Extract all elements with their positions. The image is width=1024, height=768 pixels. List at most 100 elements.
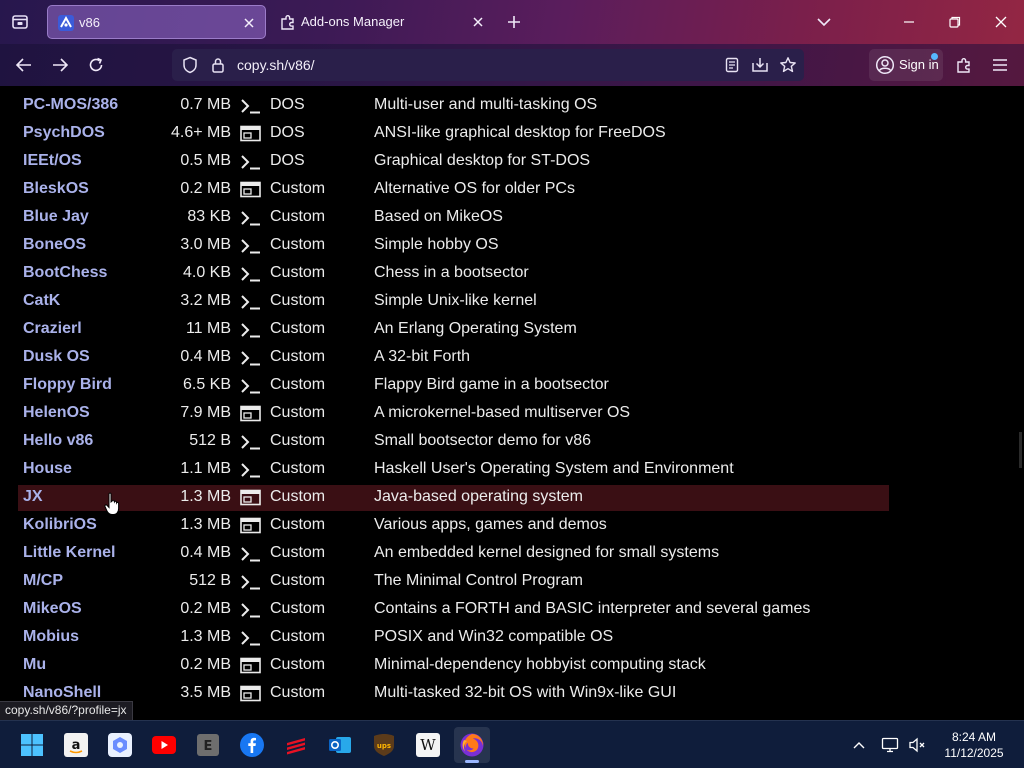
table-row[interactable]: Little Kernel 0.4 MB Custom An embedded ker…	[0, 540, 1024, 568]
firefox-view-button[interactable]	[4, 6, 36, 38]
profile-name-link[interactable]: Mobius	[23, 628, 79, 646]
back-button[interactable]	[8, 49, 40, 81]
table-row[interactable]: Floppy Bird 6.5 KB Custom Flappy Bird game …	[0, 372, 1024, 400]
taskbar-app-ups[interactable]: ups	[366, 727, 402, 763]
taskbar-app-amazon[interactable]: a	[58, 727, 94, 763]
scrollbar-thumb[interactable]	[1019, 432, 1022, 468]
profile-name-link[interactable]: JX	[23, 488, 43, 506]
taskbar-app-copilot[interactable]	[102, 727, 138, 763]
table-row[interactable]	[0, 708, 1024, 720]
profile-os: Custom	[270, 376, 326, 393]
profile-name-link[interactable]: PsychDOS	[23, 124, 105, 142]
table-row[interactable]: BoneOS 3.0 MB Custom Simple hobby OS	[0, 232, 1024, 260]
tracking-protection-shield-icon[interactable]	[180, 55, 200, 75]
profile-name-link[interactable]: KolibriOS	[23, 516, 97, 534]
address-bar[interactable]: copy.sh/v86/	[172, 49, 804, 81]
profile-name-link[interactable]: M/CP	[23, 572, 63, 590]
table-row[interactable]: PC-MOS/386 0.7 MB DOS Multi-user and multi-…	[0, 92, 1024, 120]
profile-name-link[interactable]: PC-MOS/386	[23, 96, 118, 114]
url-text[interactable]: copy.sh/v86/	[237, 57, 315, 73]
profile-name-link[interactable]: House	[23, 460, 72, 478]
lock-icon[interactable]	[208, 55, 228, 75]
table-row[interactable]: Crazierl 11 MB Custom An Erlang Operating S…	[0, 316, 1024, 344]
profile-name-link[interactable]: Dusk OS	[23, 348, 90, 366]
profile-os: Custom	[270, 404, 326, 421]
close-tab-icon[interactable]	[468, 12, 488, 32]
table-row[interactable]: CatK 3.2 MB Custom Simple Unix-like kernel	[0, 288, 1024, 316]
amazon-icon: a	[64, 733, 88, 757]
display-tray-button[interactable]	[878, 727, 902, 763]
taskbar-app-facebook[interactable]	[234, 727, 270, 763]
profile-name-link[interactable]: NanoShell	[23, 684, 101, 702]
profile-name-link[interactable]: MikeOS	[23, 600, 82, 618]
profile-name-link[interactable]: BoneOS	[23, 236, 86, 254]
profile-description: The Minimal Control Program	[374, 572, 583, 589]
taskbar-clock[interactable]: 8:24 AM 11/12/2025	[934, 729, 1014, 761]
restore-button[interactable]	[932, 0, 978, 44]
table-row[interactable]: NanoShell 3.5 MB Custom Multi-tasked 32-bit…	[0, 680, 1024, 708]
profile-name-link[interactable]: Floppy Bird	[23, 376, 112, 394]
bookmark-star-icon[interactable]	[778, 55, 798, 75]
table-row[interactable]: Blue Jay 83 KB Custom Based on MikeOS	[0, 204, 1024, 232]
profile-name-link[interactable]: Mu	[23, 656, 46, 674]
table-row[interactable]: KolibriOS 1.3 MB Custom Various apps, games…	[0, 512, 1024, 540]
taskbar-app-wikipedia[interactable]: W	[410, 727, 446, 763]
table-row[interactable]: JX 1.3 MB Custom Java-based operating syste…	[0, 484, 1024, 512]
list-all-tabs-button[interactable]	[808, 6, 840, 38]
show-hidden-icons-button[interactable]	[846, 727, 872, 763]
close-window-button[interactable]	[978, 0, 1024, 44]
svg-text:E: E	[204, 739, 213, 754]
profile-os: Custom	[270, 264, 326, 281]
taskbar-app-firefox[interactable]	[454, 727, 490, 763]
volume-tray-button[interactable]	[904, 727, 930, 763]
reload-button[interactable]	[80, 49, 112, 81]
table-row[interactable]: Dusk OS 0.4 MB Custom A 32-bit Forth	[0, 344, 1024, 372]
tab-v86[interactable]: v86	[47, 5, 266, 39]
extensions-button[interactable]	[948, 49, 980, 81]
minimize-button[interactable]	[886, 0, 932, 44]
close-tab-icon[interactable]	[239, 13, 259, 33]
status-link-preview: copy.sh/v86/?profile=jx	[0, 701, 133, 720]
profile-name-link[interactable]: IEEt/OS	[23, 152, 82, 170]
reader-view-icon[interactable]	[722, 55, 742, 75]
table-row[interactable]: PsychDOS 4.6+ MB DOS ANSI-like graphical de…	[0, 120, 1024, 148]
profile-name-link[interactable]: Little Kernel	[23, 544, 115, 562]
app-menu-button[interactable]	[984, 49, 1016, 81]
terminal-icon	[240, 237, 264, 255]
taskbar-app-youtube[interactable]	[146, 727, 182, 763]
table-row[interactable]: BootChess 4.0 KB Custom Chess in a bootsect…	[0, 260, 1024, 288]
profile-name-link[interactable]: BleskOS	[23, 180, 89, 198]
profile-name-link[interactable]: HelenOS	[23, 404, 90, 422]
profile-os: Custom	[270, 488, 326, 505]
taskbar-app-red-stripes[interactable]	[278, 727, 314, 763]
table-row[interactable]: BleskOS 0.2 MB Custom Alternative OS for ol…	[0, 176, 1024, 204]
start-button[interactable]	[14, 727, 50, 763]
taskbar-app-e[interactable]: E	[190, 727, 226, 763]
profile-name-link[interactable]: BootChess	[23, 264, 107, 282]
tab-addons-manager[interactable]: Add-ons Manager	[270, 5, 494, 39]
taskbar-app-outlook[interactable]	[322, 727, 358, 763]
new-tab-button[interactable]	[498, 6, 530, 38]
profile-size: 0.2 MB	[180, 656, 231, 673]
graphical-window-icon	[240, 405, 264, 423]
profile-name-link[interactable]: CatK	[23, 292, 60, 310]
table-row[interactable]: Mobius 1.3 MB Custom POSIX and Win32 compat…	[0, 624, 1024, 652]
sign-in-button[interactable]: Sign in	[869, 49, 943, 81]
forward-button[interactable]	[44, 49, 76, 81]
table-row[interactable]: HelenOS 7.9 MB Custom A microkernel-based m…	[0, 400, 1024, 428]
table-row[interactable]: Mu 0.2 MB Custom Minimal-dependency hobbyis…	[0, 652, 1024, 680]
table-row[interactable]: House 1.1 MB Custom Haskell User's Operatin…	[0, 456, 1024, 484]
save-to-pocket-icon[interactable]	[750, 55, 770, 75]
profile-size: 83 KB	[187, 208, 231, 225]
table-row[interactable]: IEEt/OS 0.5 MB DOS Graphical desktop for ST…	[0, 148, 1024, 176]
table-row[interactable]: M/CP 512 B Custom The Minimal Control Progr…	[0, 568, 1024, 596]
table-row[interactable]: Hello v86 512 B Custom Small bootsector dem…	[0, 428, 1024, 456]
profile-name-link[interactable]: Crazierl	[23, 320, 82, 338]
profile-description: Various apps, games and demos	[374, 516, 607, 533]
facebook-icon	[240, 733, 264, 757]
profile-name-link[interactable]: Blue Jay	[23, 208, 89, 226]
profile-os: Custom	[270, 460, 326, 477]
profile-name-link[interactable]: Hello v86	[23, 432, 93, 450]
profile-list: …/ …, / PC-MOS/3860.7 MBDOSMulti-user an…	[0, 86, 1024, 720]
table-row[interactable]: MikeOS 0.2 MB Custom Contains a FORTH and B…	[0, 596, 1024, 624]
